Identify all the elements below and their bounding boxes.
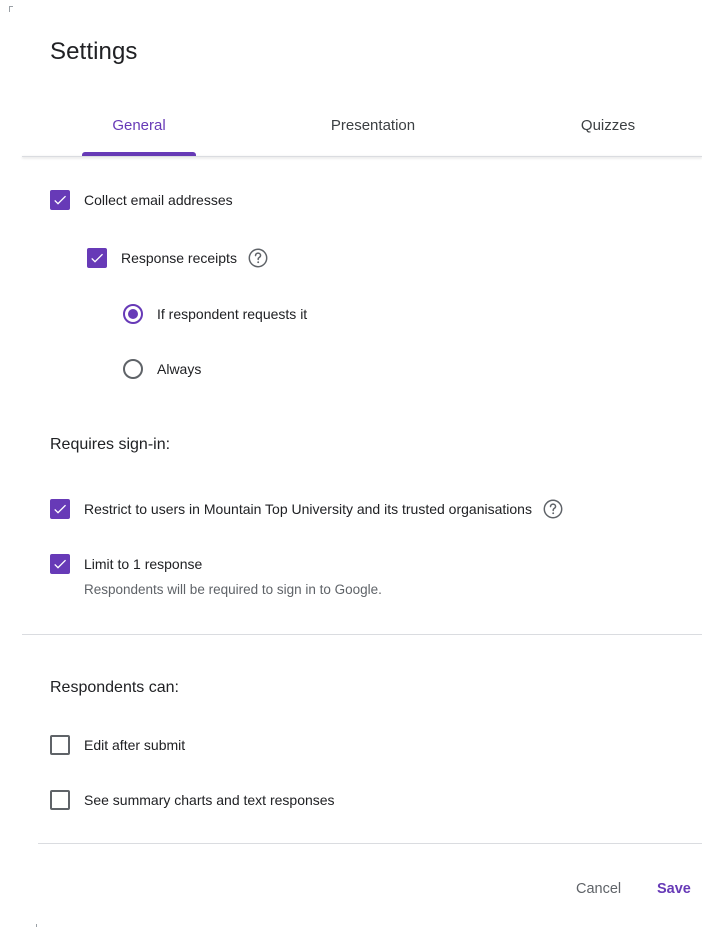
collect-email-row: Collect email addresses	[50, 190, 233, 210]
cancel-button[interactable]: Cancel	[576, 881, 621, 897]
check-icon	[54, 504, 66, 514]
edit-after-submit-label: Edit after submit	[84, 737, 186, 753]
check-icon	[54, 559, 66, 569]
restrict-users-checkbox[interactable]	[50, 499, 70, 519]
tab-quizzes[interactable]: Quizzes	[555, 110, 661, 157]
tab-presentation[interactable]: Presentation	[294, 110, 452, 157]
tab-bar: General Presentation Quizzes	[0, 110, 702, 157]
see-summary-checkbox[interactable]	[50, 790, 70, 810]
check-icon	[91, 253, 103, 263]
limit-response-label: Limit to 1 response	[84, 556, 203, 572]
tabs-divider	[22, 156, 702, 157]
requires-signin-heading: Requires sign-in:	[50, 436, 171, 453]
help-circle-icon[interactable]	[542, 498, 564, 520]
save-button[interactable]: Save	[657, 881, 691, 897]
tab-general[interactable]: General	[82, 110, 196, 157]
check-icon	[54, 195, 66, 205]
restrict-users-label: Restrict to users in Mountain Top Univer…	[84, 501, 532, 517]
edit-after-submit-row: Edit after submit	[50, 735, 185, 755]
response-receipts-label: Response receipts	[121, 250, 237, 266]
limit-response-checkbox[interactable]	[50, 554, 70, 574]
response-receipts-row: Response receipts	[87, 247, 269, 269]
corner-mark	[9, 6, 13, 12]
dialog-title: Settings	[50, 38, 138, 65]
help-circle-icon[interactable]	[247, 247, 269, 269]
edge-mark	[36, 924, 37, 927]
collect-email-checkbox[interactable]	[50, 190, 70, 210]
receipt-option-requested-radio[interactable]	[123, 304, 143, 324]
receipt-option-always-row: Always	[123, 359, 201, 379]
receipt-option-always-label: Always	[157, 361, 202, 377]
footer-divider	[38, 843, 702, 844]
limit-response-row: Limit to 1 response	[50, 554, 202, 574]
edit-after-submit-checkbox[interactable]	[50, 735, 70, 755]
respondents-can-heading: Respondents can:	[50, 679, 179, 696]
see-summary-row: See summary charts and text responses	[50, 790, 335, 810]
limit-response-subtext: Respondents will be required to sign in …	[84, 582, 382, 597]
receipt-option-requested-label: If respondent requests it	[157, 306, 308, 322]
response-receipts-checkbox[interactable]	[87, 248, 107, 268]
receipt-option-requested-row: If respondent requests it	[123, 304, 307, 324]
receipt-option-always-radio[interactable]	[123, 359, 143, 379]
collect-email-label: Collect email addresses	[84, 192, 233, 208]
section-divider	[22, 634, 702, 635]
restrict-users-row: Restrict to users in Mountain Top Univer…	[50, 498, 564, 520]
see-summary-label: See summary charts and text responses	[84, 792, 335, 808]
